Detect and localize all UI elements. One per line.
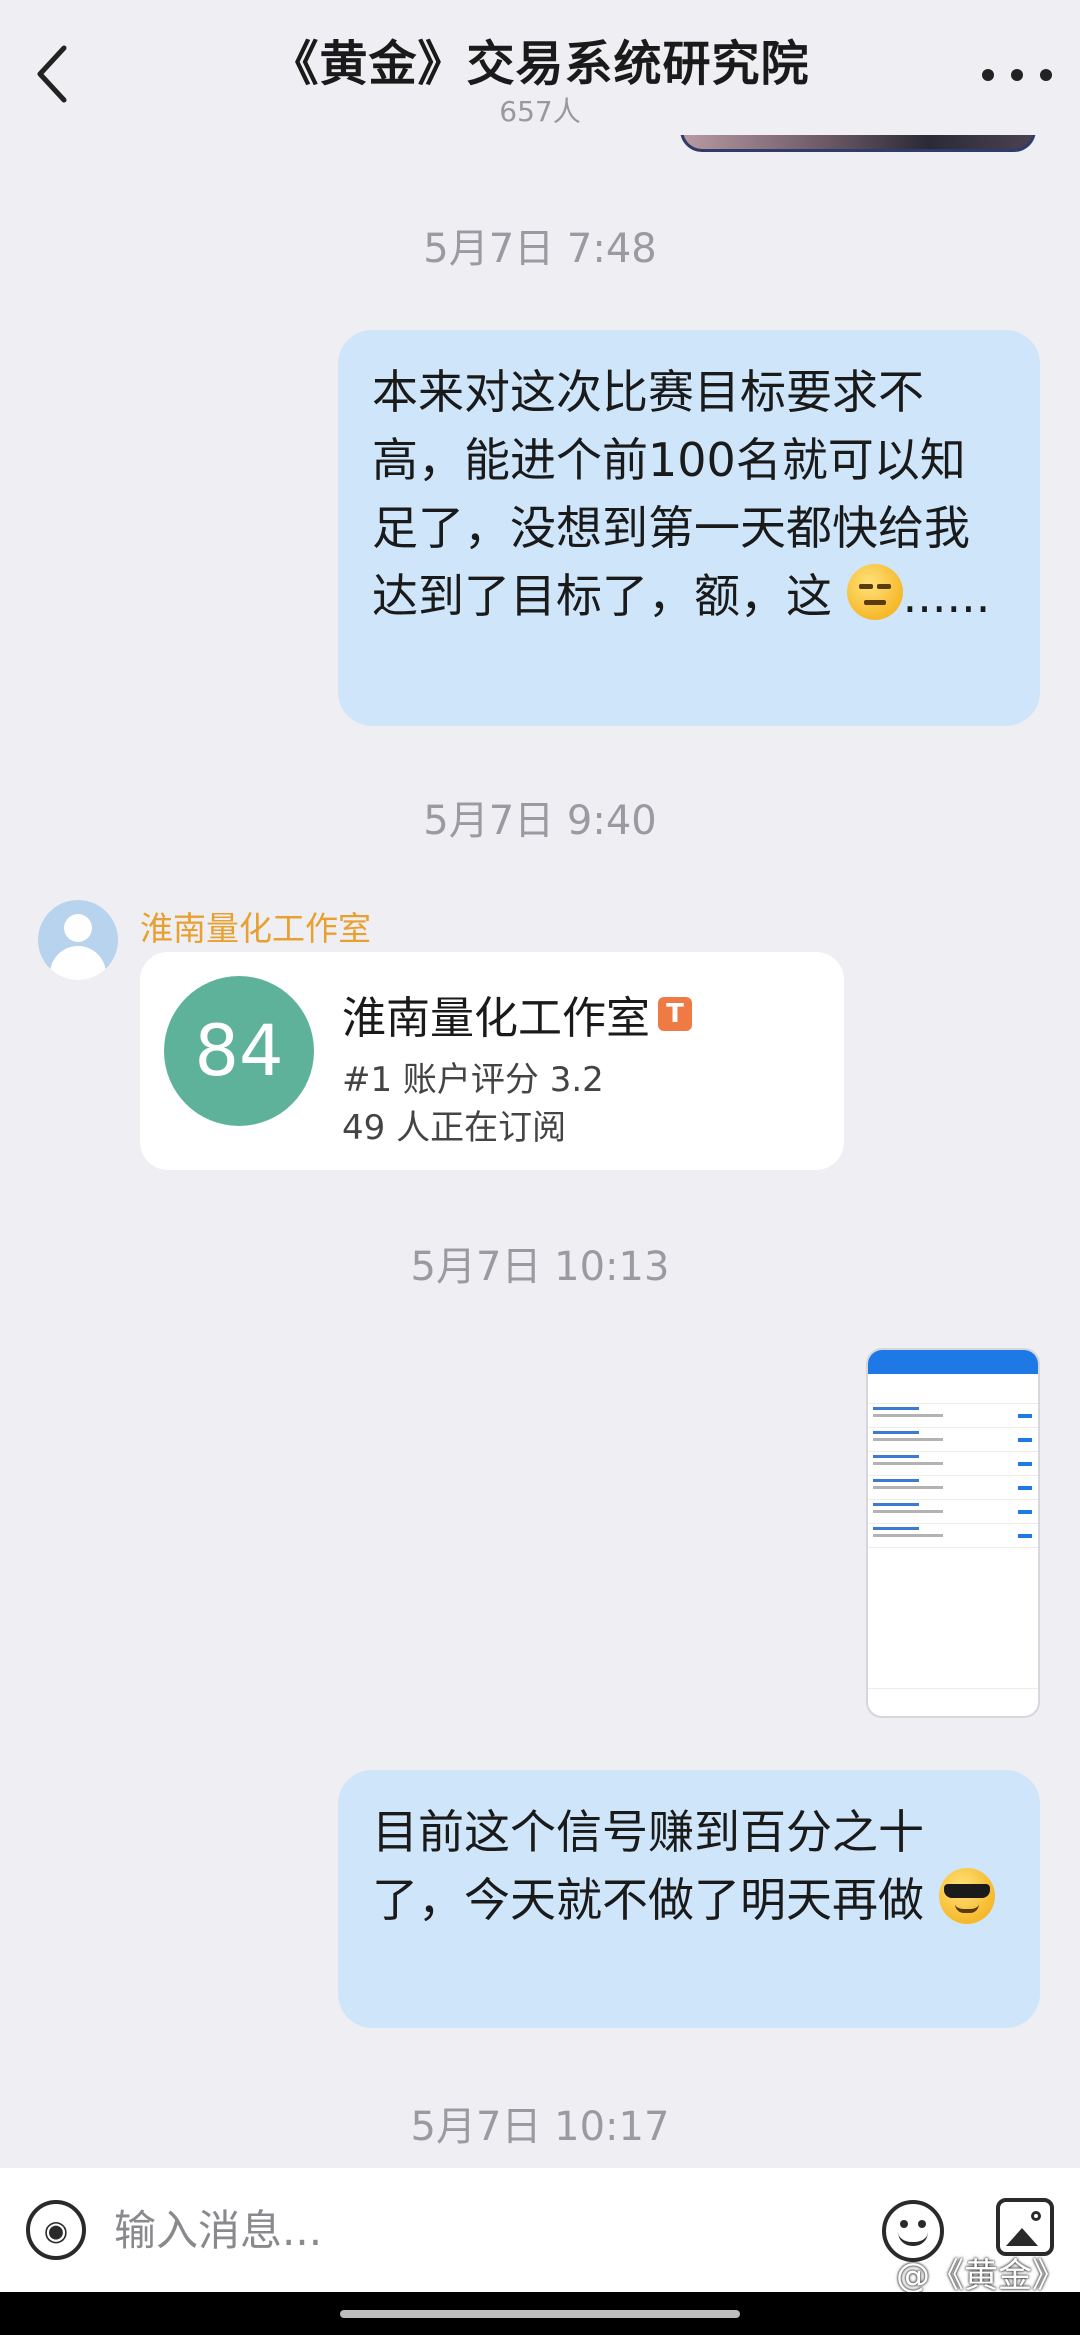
message-input[interactable] (114, 2202, 834, 2258)
more-button[interactable] (982, 60, 1052, 90)
home-handle[interactable] (340, 2310, 740, 2318)
image-icon (1031, 2211, 1041, 2221)
t-badge-icon: T (658, 997, 692, 1031)
voice-button[interactable]: ◉ (26, 2200, 86, 2260)
system-nav-bar (0, 2292, 1080, 2335)
member-count: 657人 (499, 95, 581, 128)
subscriber-count: 49 人正在订阅 (342, 1108, 567, 1148)
voice-icon: ◉ (43, 2213, 69, 2247)
more-icon (982, 69, 994, 81)
emoji-icon (900, 2220, 908, 2228)
outgoing-message-bubble[interactable]: 目前这个信号赚到百分之十了，今天就不做了明天再做 (338, 1770, 1040, 2028)
card-title: 淮南量化工作室 T (342, 982, 692, 1046)
chat-title: 《黄金》交易系统研究院 (270, 36, 810, 92)
chat-header: 《黄金》交易系统研究院 657人 (0, 0, 1080, 135)
timestamp: 5月7日 10:13 (410, 1244, 670, 1290)
card-name: 淮南量化工作室 (342, 993, 650, 1044)
score-badge: 84 (164, 976, 314, 1126)
message-text: 目前这个信号赚到百分之十了，今天就不做了明天再做 (372, 1805, 924, 1927)
watermark: @《黄金》 (896, 2256, 1066, 2296)
image-message-thumbnail[interactable] (866, 1348, 1040, 1718)
cool-face-emoji-icon (938, 1868, 995, 1924)
timestamp: 5月7日 10:17 (410, 2104, 670, 2150)
message-tail: ...... (902, 569, 991, 623)
neutral-face-emoji-icon (846, 564, 903, 620)
sender-name: 淮南量化工作室 (140, 909, 371, 948)
signal-card[interactable]: 84 淮南量化工作室 T #1 账户评分 3.2 49 人正在订阅 (140, 952, 844, 1170)
rank-score: #1 账户评分 3.2 (342, 1060, 604, 1100)
avatar[interactable] (38, 900, 118, 980)
timestamp: 5月7日 7:48 (423, 226, 657, 272)
timestamp: 5月7日 9:40 (423, 798, 657, 844)
outgoing-message-bubble[interactable]: 本来对这次比赛目标要求不高，能进个前100名就可以知足了，没想到第一天都快给我达… (338, 330, 1040, 726)
